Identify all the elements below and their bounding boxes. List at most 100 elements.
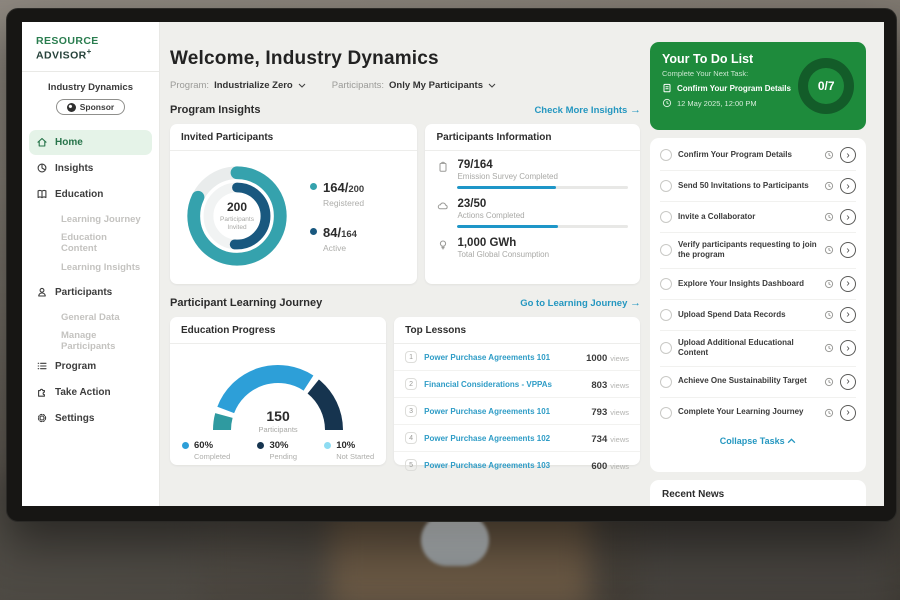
task-open-button[interactable]: › [840, 307, 856, 323]
task-open-button[interactable]: › [840, 276, 856, 292]
lesson-row: 3 Power Purchase Agreements 101 793views [394, 398, 640, 425]
lesson-link[interactable]: Power Purchase Agreements 101 [424, 407, 584, 416]
chevron-down-icon [298, 83, 306, 88]
home-icon [36, 136, 48, 148]
task-row[interactable]: Invite a Collaborator › [660, 202, 856, 233]
lesson-link[interactable]: Power Purchase Agreements 103 [424, 461, 584, 470]
donut-center-value: 200 [227, 200, 247, 214]
sidebar-item-manage-participants[interactable]: Manage Participants [29, 330, 152, 353]
stat-consumption: 1,000 GWh Total Global Consumption [437, 237, 628, 259]
program-icon [36, 360, 48, 372]
chevron-down-icon [488, 83, 496, 88]
task-row[interactable]: Complete Your Learning Journey › [660, 398, 856, 428]
arrow-right-icon: → [630, 104, 641, 116]
lesson-rank: 1 [405, 351, 417, 363]
task-open-button[interactable]: › [840, 374, 856, 390]
next-task-label: Confirm Your Program Details [677, 84, 791, 93]
progress-bar [457, 225, 628, 228]
gauge-legend: 60% Completed 30% Pending 10% Not Starte… [170, 436, 386, 461]
lesson-row: 1 Power Purchase Agreements 101 1000view… [394, 344, 640, 371]
lesson-row: 5 Power Purchase Agreements 103 600views [394, 452, 640, 478]
clock-icon [824, 212, 834, 222]
sidebar-item-participants[interactable]: Participants [29, 280, 152, 305]
task-checkbox[interactable] [660, 278, 672, 290]
education-gauge-chart: 150 Participants [203, 350, 353, 436]
check-more-insights-link[interactable]: Check More Insights → [534, 104, 641, 116]
legend-dot [310, 183, 317, 190]
sidebar-item-education-content[interactable]: Education Content [29, 232, 152, 255]
task-row[interactable]: Achieve One Sustainability Target › [660, 367, 856, 398]
lesson-row: 4 Power Purchase Agreements 102 734views [394, 425, 640, 452]
education-progress-card: Education Progress 150 Participants 60% … [170, 317, 386, 465]
todo-panel: Your To Do List Complete Your Next Task:… [650, 42, 866, 130]
legend-pending: 30% Pending [257, 440, 297, 461]
clock-icon [824, 245, 834, 255]
task-open-button[interactable]: › [840, 340, 856, 356]
donut-center-label: Participants Invited [214, 216, 260, 232]
go-to-learning-journey-link[interactable]: Go to Learning Journey → [520, 297, 641, 309]
page-title: Welcome, Industry Dynamics [170, 48, 640, 70]
task-row[interactable]: Confirm Your Program Details › [660, 140, 856, 171]
legend-active: 84/164 Active [310, 224, 364, 253]
right-column: Your To Do List Complete Your Next Task:… [650, 22, 866, 506]
task-checkbox[interactable] [660, 180, 672, 192]
program-filter[interactable]: Program: Industrialize Zero [170, 80, 306, 91]
clock-icon [662, 98, 672, 108]
bulb-icon [437, 239, 449, 251]
clock-icon [824, 150, 834, 160]
task-open-button[interactable]: › [840, 242, 856, 258]
lesson-rank: 5 [405, 459, 417, 471]
participants-icon [36, 286, 48, 298]
lesson-link[interactable]: Power Purchase Agreements 102 [424, 434, 584, 443]
task-open-button[interactable]: › [840, 209, 856, 225]
sidebar-item-education[interactable]: Education [29, 182, 152, 207]
task-row[interactable]: Verify participants requesting to join t… [660, 233, 856, 269]
collapse-tasks-link[interactable]: Collapse Tasks [660, 428, 856, 450]
task-open-button[interactable]: › [840, 178, 856, 194]
task-open-button[interactable]: › [840, 147, 856, 163]
clock-icon [824, 310, 834, 320]
task-checkbox[interactable] [660, 244, 672, 256]
gauge-center-value: 150 [203, 408, 353, 424]
task-checkbox[interactable] [660, 309, 672, 321]
survey-icon [437, 161, 449, 173]
sidebar-item-learning-journey[interactable]: Learning Journey [29, 208, 152, 231]
task-checkbox[interactable] [660, 149, 672, 161]
task-checkbox[interactable] [660, 342, 672, 354]
participants-filter[interactable]: Participants: Only My Participants [332, 80, 496, 91]
recent-news-card: Recent News [650, 480, 866, 506]
sidebar-item-home[interactable]: Home [29, 130, 152, 155]
sidebar-item-settings[interactable]: Settings [29, 406, 152, 431]
sidebar-item-take-action[interactable]: Take Action [29, 380, 152, 405]
invited-donut-chart: 200 Participants Invited [178, 157, 296, 275]
sponsor-icon [67, 103, 76, 112]
sidebar-item-general-data[interactable]: General Data [29, 306, 152, 329]
filters-row: Program: Industrialize Zero Participants… [170, 80, 640, 91]
task-row[interactable]: Upload Additional Educational Content › [660, 331, 856, 367]
tasks-list: Confirm Your Program Details › Send 50 I… [650, 138, 866, 472]
sidebar-item-insights[interactable]: Insights [29, 156, 152, 181]
task-checkbox[interactable] [660, 376, 672, 388]
education-icon [36, 188, 48, 200]
lesson-link[interactable]: Financial Considerations - VPPAs [424, 380, 584, 389]
clock-icon [824, 181, 834, 191]
legend-dot [257, 442, 264, 449]
task-row[interactable]: Explore Your Insights Dashboard › [660, 269, 856, 300]
lesson-link[interactable]: Power Purchase Agreements 101 [424, 353, 579, 362]
task-checkbox[interactable] [660, 407, 672, 419]
take-action-icon [36, 386, 48, 398]
clock-icon [824, 279, 834, 289]
legend-dot [182, 442, 189, 449]
sidebar-item-learning-insights[interactable]: Learning Insights [29, 256, 152, 279]
clock-icon [824, 408, 834, 418]
sidebar-item-program[interactable]: Program [29, 354, 152, 379]
task-row[interactable]: Send 50 Invitations to Participants › [660, 171, 856, 202]
lesson-rank: 4 [405, 432, 417, 444]
legend-completed: 60% Completed [182, 440, 230, 461]
sidebar-nav: Home Insights Education Learning Journey… [22, 127, 159, 434]
task-open-button[interactable]: › [840, 405, 856, 421]
main-content: Welcome, Industry Dynamics Program: Indu… [160, 22, 650, 506]
task-row[interactable]: Upload Spend Data Records › [660, 300, 856, 331]
donut-legend: 164/200 Registered 84/164 Active [310, 179, 364, 253]
task-checkbox[interactable] [660, 211, 672, 223]
